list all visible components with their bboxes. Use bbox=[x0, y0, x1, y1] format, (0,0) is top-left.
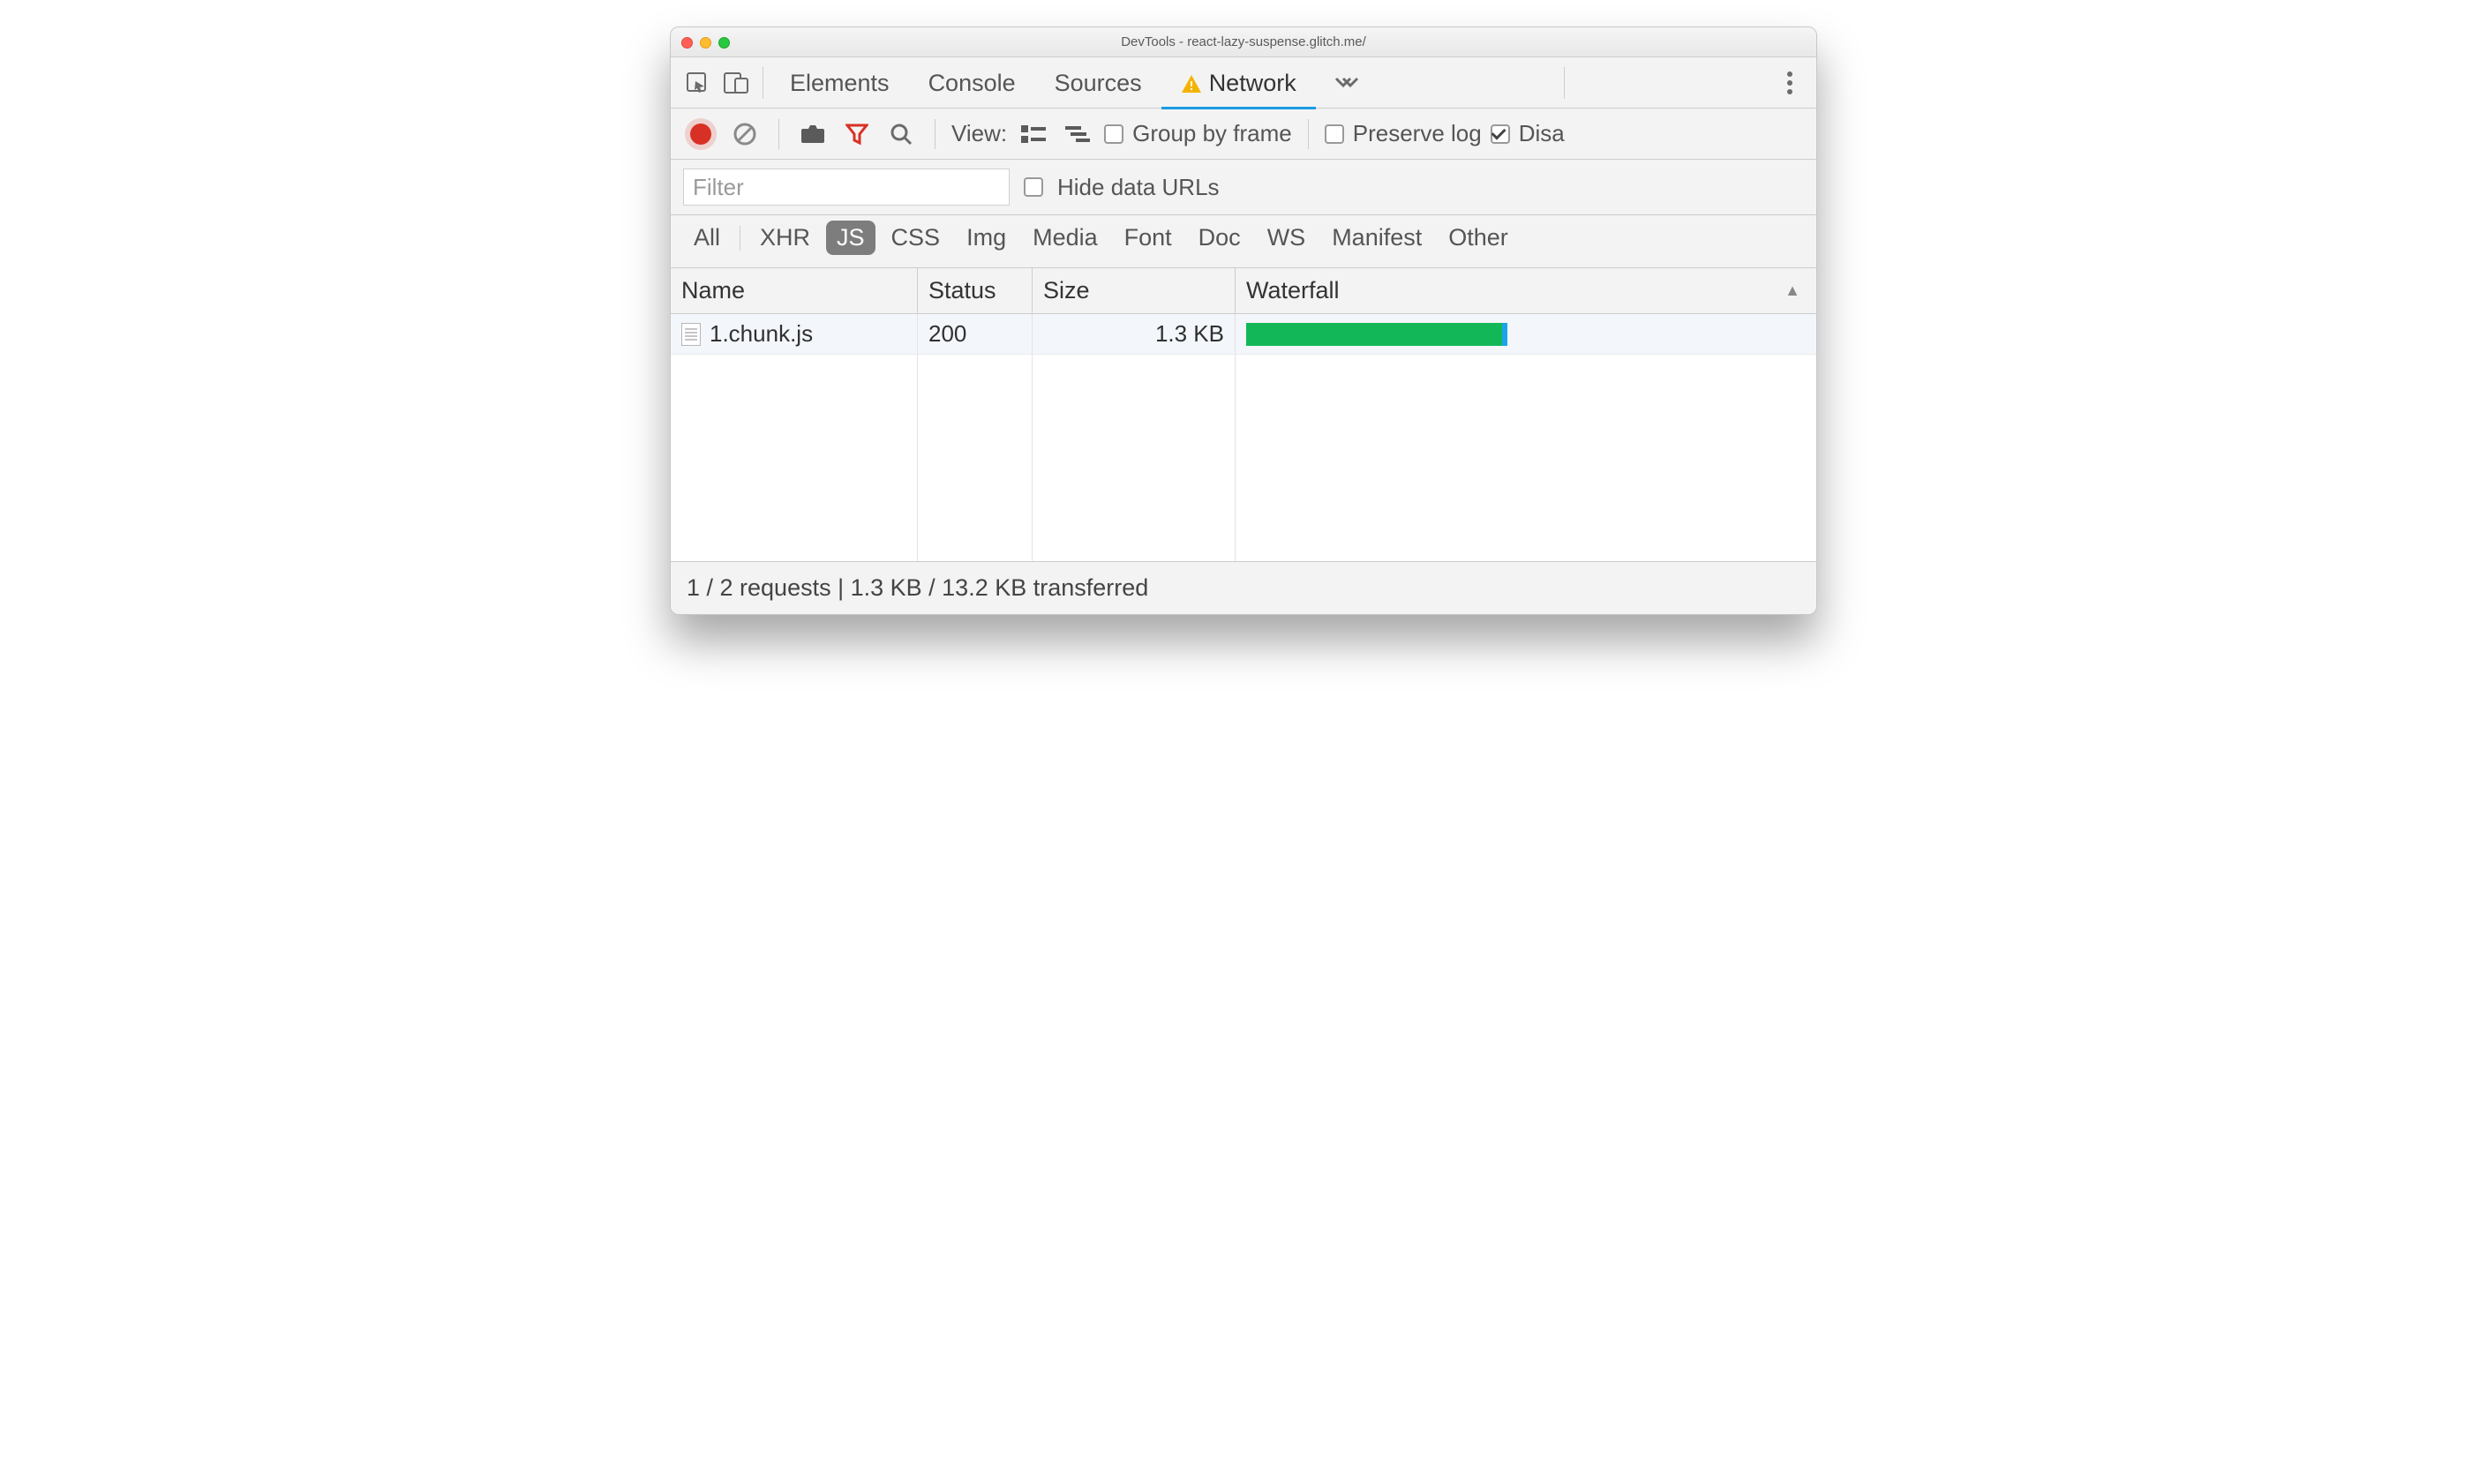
disable-cache-label: Disa bbox=[1519, 120, 1565, 147]
overview-icon[interactable] bbox=[1060, 116, 1095, 152]
sort-indicator-icon: ▲ bbox=[1784, 281, 1800, 300]
status-bar: 1 / 2 requests | 1.3 KB / 13.2 KB transf… bbox=[671, 561, 1816, 614]
cell-status: 200 bbox=[918, 314, 1033, 354]
kebab-menu-icon[interactable] bbox=[1770, 71, 1809, 94]
type-chip-manifest[interactable]: Manifest bbox=[1321, 221, 1432, 255]
column-name[interactable]: Name bbox=[671, 268, 918, 313]
cell-name: 1.chunk.js bbox=[671, 314, 918, 354]
type-chip-all[interactable]: All bbox=[683, 221, 731, 255]
hide-data-urls-checkbox[interactable] bbox=[1024, 177, 1043, 197]
preserve-log-checkbox[interactable] bbox=[1325, 124, 1344, 144]
column-waterfall[interactable]: Waterfall ▲ bbox=[1236, 268, 1816, 313]
more-tabs-icon[interactable] bbox=[1326, 64, 1365, 102]
type-chip-other[interactable]: Other bbox=[1438, 221, 1519, 255]
warning-icon bbox=[1181, 74, 1202, 94]
requests-table: Name Status Size Waterfall ▲ 1.chunk.js … bbox=[671, 268, 1816, 561]
close-window-button[interactable] bbox=[681, 37, 693, 49]
capture-screenshots-icon[interactable] bbox=[795, 116, 830, 152]
window-title: DevTools - react-lazy-suspense.glitch.me… bbox=[1121, 34, 1366, 49]
large-rows-icon[interactable] bbox=[1016, 116, 1051, 152]
cell-size: 1.3 KB bbox=[1033, 314, 1236, 354]
type-chip-img[interactable]: Img bbox=[956, 221, 1017, 255]
waterfall-bar bbox=[1246, 323, 1502, 346]
column-status[interactable]: Status bbox=[918, 268, 1033, 313]
table-header: Name Status Size Waterfall ▲ bbox=[671, 268, 1816, 314]
network-toolbar: View: Group by frame Preserve log Disa bbox=[671, 109, 1816, 160]
cell-waterfall bbox=[1236, 314, 1816, 354]
record-button[interactable] bbox=[683, 116, 718, 152]
tab-sources[interactable]: Sources bbox=[1035, 57, 1161, 109]
file-icon bbox=[681, 323, 701, 346]
filter-icon[interactable] bbox=[839, 116, 875, 152]
type-chip-js[interactable]: JS bbox=[826, 221, 875, 255]
panel-tabs: Elements Console Sources Network bbox=[671, 57, 1816, 109]
inspect-element-icon[interactable] bbox=[678, 64, 717, 102]
column-size[interactable]: Size bbox=[1033, 268, 1236, 313]
type-chip-font[interactable]: Font bbox=[1114, 221, 1183, 255]
group-by-frame-label: Group by frame bbox=[1132, 120, 1292, 147]
type-chip-xhr[interactable]: XHR bbox=[749, 221, 821, 255]
window-controls bbox=[681, 27, 730, 57]
resource-type-filters: All XHR JS CSS Img Media Font Doc WS Man… bbox=[671, 215, 1816, 268]
zoom-window-button[interactable] bbox=[718, 37, 730, 49]
type-chip-media[interactable]: Media bbox=[1022, 221, 1108, 255]
request-name: 1.chunk.js bbox=[710, 320, 813, 348]
preserve-log-label: Preserve log bbox=[1353, 120, 1482, 147]
separator bbox=[1308, 119, 1309, 149]
type-chip-doc[interactable]: Doc bbox=[1188, 221, 1251, 255]
disable-cache-checkbox[interactable] bbox=[1491, 124, 1510, 144]
type-chip-ws[interactable]: WS bbox=[1257, 221, 1317, 255]
hide-data-urls-label: Hide data URLs bbox=[1057, 174, 1220, 201]
tab-network[interactable]: Network bbox=[1161, 57, 1316, 109]
devtools-window: DevTools - react-lazy-suspense.glitch.me… bbox=[670, 26, 1817, 615]
device-toolbar-icon[interactable] bbox=[717, 64, 755, 102]
table-empty-area bbox=[671, 355, 1816, 561]
search-icon[interactable] bbox=[883, 116, 919, 152]
filter-bar: Hide data URLs bbox=[671, 160, 1816, 215]
tab-console[interactable]: Console bbox=[909, 57, 1035, 109]
minimize-window-button[interactable] bbox=[700, 37, 711, 49]
clear-icon[interactable] bbox=[727, 116, 763, 152]
tab-elements[interactable]: Elements bbox=[770, 57, 909, 109]
group-by-frame-checkbox[interactable] bbox=[1104, 124, 1123, 144]
type-chip-css[interactable]: CSS bbox=[881, 221, 951, 255]
table-body: 1.chunk.js 200 1.3 KB bbox=[671, 314, 1816, 561]
table-row[interactable]: 1.chunk.js 200 1.3 KB bbox=[671, 314, 1816, 355]
view-label: View: bbox=[951, 120, 1007, 147]
window-titlebar: DevTools - react-lazy-suspense.glitch.me… bbox=[671, 27, 1816, 57]
separator bbox=[778, 119, 779, 149]
filter-input[interactable] bbox=[683, 169, 1010, 206]
separator bbox=[1564, 67, 1565, 99]
